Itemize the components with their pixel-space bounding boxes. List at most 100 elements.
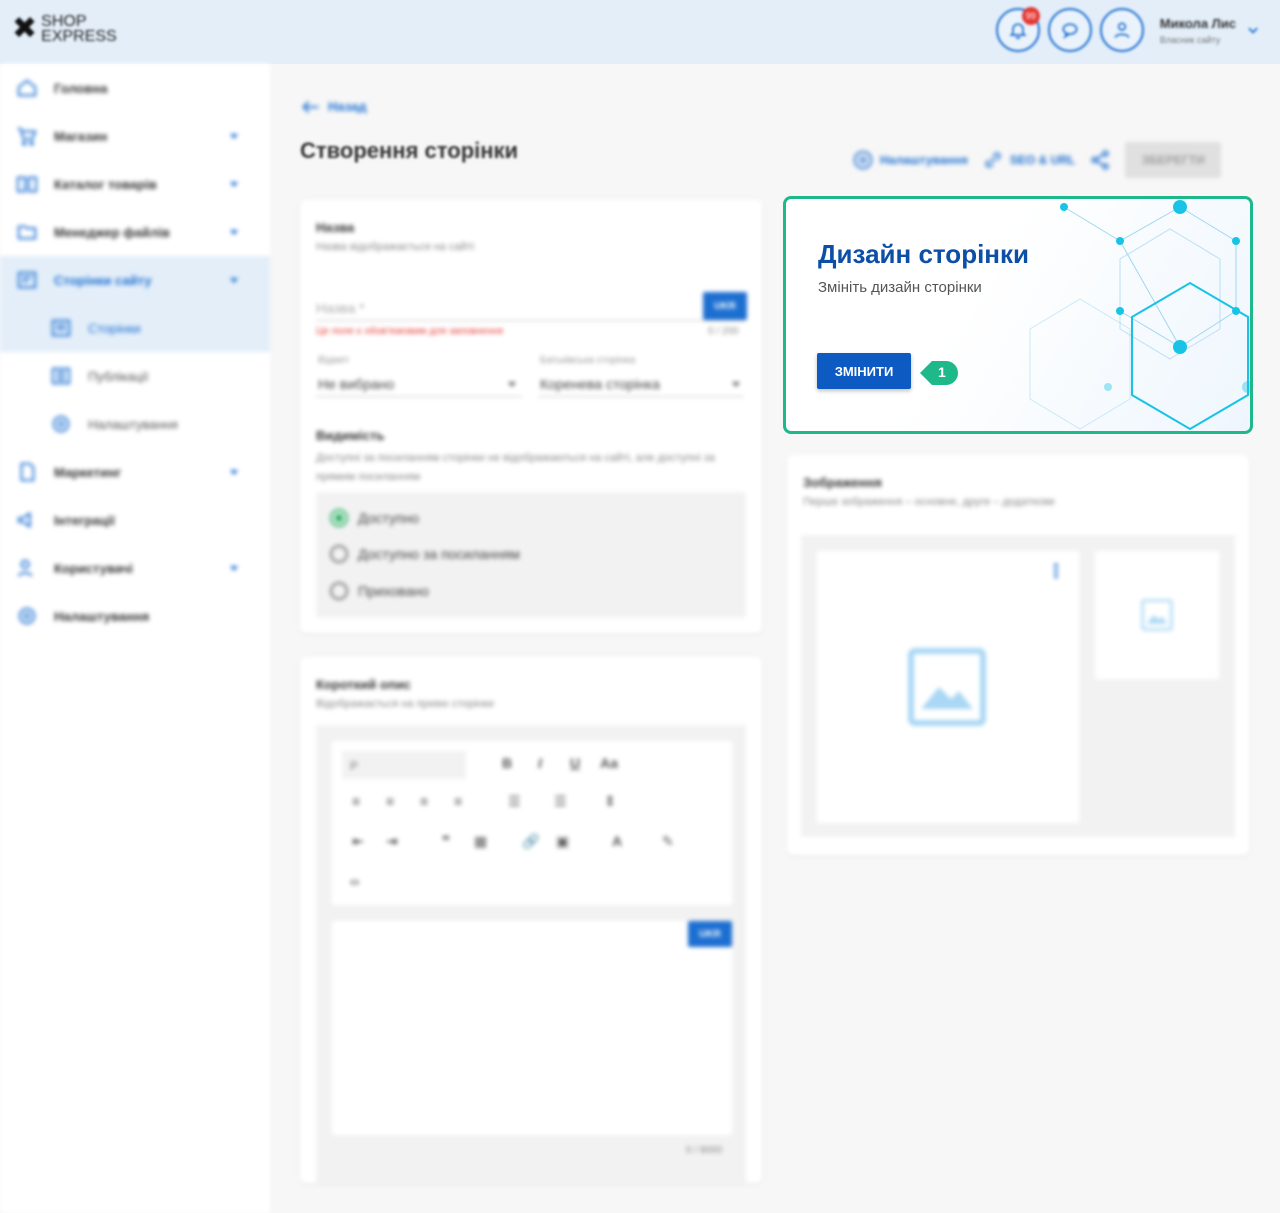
view-select-underline [316,396,522,397]
chat-icon [1062,23,1078,39]
user-name: Микола Лис [1159,15,1236,31]
seo-url-button[interactable]: SEO & URL [982,149,1075,171]
sidebar-item-integrations[interactable]: Інтеграції [0,496,270,544]
image-placeholder-icon [1141,599,1173,631]
outdent-icon[interactable]: ⇤ [352,833,364,850]
sidebar-item-settings[interactable]: Налаштування [0,592,270,640]
hexagon-network-decoration [1029,200,1250,431]
radio-icon [330,582,348,600]
indent-icon[interactable]: ⇥ [386,833,398,850]
description-editor[interactable] [332,921,732,1135]
share-icon[interactable] [1089,149,1111,171]
cart-icon [17,127,37,146]
parent-select-underline [538,396,744,397]
visibility-subtitle: Доступні за посиланням сторінки не відоб… [316,452,715,483]
caret-down-icon [230,469,238,475]
secondary-image-slot[interactable] [1095,551,1219,679]
sidebar-item-shop[interactable]: Магазин [0,112,270,160]
save-button[interactable]: ЗБЕРЕГТИ [1125,142,1222,178]
font-case-icon[interactable]: Aa [600,755,618,771]
visibility-option-available[interactable]: Доступно [330,509,419,527]
page-title: Створення сторінки [300,138,519,163]
description-card: Короткий опис Відображається на превю ст… [300,657,762,1183]
link-icon[interactable]: 🔗 [522,833,539,850]
italic-icon[interactable]: I [538,755,542,771]
page-design-card: Дизайн сторінки Змініть дизайн сторінки … [783,196,1253,434]
images-gallery: ⋮ [801,535,1235,837]
gear-icon [18,607,36,625]
sidebar-item-page-settings[interactable]: Налаштування [0,400,270,448]
page-icon [51,319,71,337]
quote-icon[interactable]: ❞ [442,833,450,850]
name-error: Це поле є обов'язковим для заповнення [316,326,504,337]
megaphone-icon [17,511,31,529]
numbered-list-icon[interactable]: ☰ [554,793,567,810]
chevron-down-icon [1248,27,1258,34]
name-input[interactable]: Назва * [316,300,365,316]
home-icon [17,79,37,97]
more-vertical-icon[interactable]: ⋮ [1047,561,1065,582]
align-justify-icon[interactable]: ≡ [454,793,462,809]
sidebar-item-site-pages[interactable]: Сторінки сайту [0,256,270,304]
images-subtitle: Перше зображення – основне, друге – дода… [803,496,1056,508]
user-icon [1114,22,1130,38]
link-icon [985,152,1001,168]
sidebar-item-users[interactable]: Користувачі [0,544,270,592]
user-menu[interactable]: Микола Лис Власник сайту [1160,16,1260,45]
visibility-option-by-link[interactable]: Доступно за посиланням [330,545,520,563]
underline-icon[interactable]: U [570,755,580,771]
language-button[interactable]: UKR [703,292,747,320]
line-height-icon[interactable]: ⇕ [604,793,616,810]
marketing-icon [20,462,35,482]
profile-button[interactable] [1099,8,1144,52]
view-select-label: Відмет [318,355,350,366]
editor-wrapper: P B I U Aa ≡ ≡ ≡ ≡ ☰ ☰ ⇕ ⇤ ⇥ ❞ ▦ 🔗 ▣ A ✎… [316,725,746,1183]
table-icon[interactable]: ▦ [474,833,487,850]
chevron-down-icon [732,382,740,387]
code-view-icon[interactable]: ‹› [350,873,359,889]
back-link[interactable]: Назад [302,99,367,114]
gear-icon [853,150,873,170]
sidebar-item-files[interactable]: Менеджер файлів [0,208,270,256]
sidebar-item-home[interactable]: Головна [0,64,270,112]
visibility-option-hidden[interactable]: Приховано [330,582,429,600]
language-button[interactable]: UKR [688,921,732,947]
notifications-button[interactable]: 99 [995,7,1040,52]
format-select[interactable]: P [342,751,466,779]
highlight-icon[interactable]: ✎ [662,833,674,850]
name-input-underline [316,320,746,321]
align-center-icon[interactable]: ≡ [386,793,394,809]
publications-icon [51,367,71,385]
chevron-down-icon [508,382,516,387]
messages-button[interactable] [1047,8,1092,52]
caret-down-icon [230,277,238,283]
sidebar-item-publications[interactable]: Публікації [0,352,270,400]
name-card-title: Назва [316,220,355,235]
name-card: Назва Назва відображається на сайті Назв… [300,200,762,633]
text-color-icon[interactable]: A [612,833,622,849]
sidebar-item-pages[interactable]: Сторінки [0,304,270,352]
align-left-icon[interactable]: ≡ [352,793,360,809]
logo-mark-icon: ✖ [12,12,38,45]
bullet-list-icon[interactable]: ☰ [508,793,521,810]
pages-icon [17,271,37,289]
bold-icon[interactable]: B [502,755,512,771]
settings-button[interactable]: Налаштування [852,149,968,171]
logo[interactable]: ✖ SHOP EXPRESS [12,12,117,45]
sidebar-item-catalog[interactable]: Каталог товарів [0,160,270,208]
sidebar-item-marketing[interactable]: Маркетинг [0,448,270,496]
users-icon [17,559,33,577]
caret-down-icon [230,229,238,235]
name-card-subtitle: Назва відображається на сайті [316,241,475,253]
parent-select[interactable]: Коренева сторінка [540,376,660,392]
view-select[interactable]: Не вибрано [318,376,394,392]
align-right-icon[interactable]: ≡ [420,793,428,809]
header-actions: 99 Микола Лис Власник сайту [995,7,1260,52]
image-icon[interactable]: ▣ [556,833,569,850]
change-design-button[interactable]: ЗМІНИТИ [817,353,911,389]
top-header: ✖ SHOP EXPRESS 99 Микола Лис Власник сай… [0,0,1280,64]
arrow-left-icon [302,100,319,113]
main-image-slot[interactable]: ⋮ [817,551,1079,823]
radio-icon [330,545,348,563]
images-title: Зображення [803,475,882,490]
